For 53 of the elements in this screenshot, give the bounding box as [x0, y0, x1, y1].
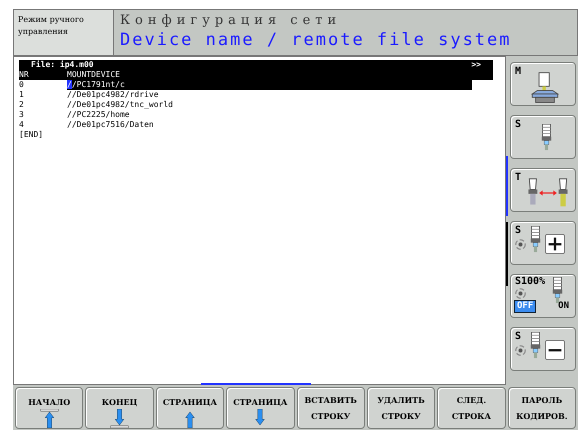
- softkey[interactable]: УДАЛИТЬ СТРОКУ: [366, 387, 436, 429]
- device-cell[interactable]: //De01pc4982/tnc_world: [67, 100, 173, 110]
- key-label: S100%: [515, 277, 546, 287]
- side-softkey[interactable]: S100% OFF ON: [510, 274, 576, 318]
- minus-icon: [545, 340, 565, 360]
- mode-panel: Режим ручного управления: [14, 10, 114, 55]
- softkey[interactable]: ПАРОЛЬ КОДИРОВ.: [508, 387, 576, 429]
- down-arrow-icon: [255, 409, 266, 428]
- up-arrow-icon: [40, 409, 59, 428]
- row-number: 3: [19, 110, 25, 120]
- mode-toggle[interactable]: ON: [556, 301, 571, 312]
- side-softkey[interactable]: S: [510, 115, 576, 159]
- key-label: M: [515, 67, 522, 79]
- spindle-icon: [530, 332, 541, 359]
- dial-icon: [515, 239, 526, 250]
- device-cell[interactable]: //PC1791nt/c: [67, 80, 472, 90]
- up-arrow-icon: [184, 409, 195, 428]
- dial-icon: [515, 288, 526, 299]
- scroll-indicator: [506, 156, 508, 216]
- screen-title: Конфигурация сети: [120, 13, 342, 29]
- screen-subtitle: Device name / remote file system: [120, 29, 513, 51]
- down-arrow-icon: [110, 409, 130, 428]
- softkey[interactable]: НАЧАЛО: [15, 387, 84, 429]
- softkey[interactable]: СТРАНИЦА: [226, 387, 294, 429]
- side-softkey[interactable]: S: [510, 327, 576, 371]
- device-cell[interactable]: //De01pc4982/rdrive: [67, 90, 159, 100]
- row-number: 0: [19, 80, 25, 90]
- column-header: NR: [19, 70, 30, 80]
- softkey[interactable]: СТРАНИЦА: [156, 387, 224, 429]
- more-indicator: >>: [471, 60, 481, 70]
- side-softkey[interactable]: S: [510, 221, 576, 265]
- scroll-indicator: [506, 222, 508, 286]
- table-end-marker: [END]: [19, 130, 44, 140]
- spindle-icon: [541, 124, 552, 151]
- side-softkey[interactable]: M: [510, 62, 576, 106]
- softkey[interactable]: ВСТАВИТЬ СТРОКУ: [296, 387, 365, 429]
- device-cell[interactable]: //De01pc7516/Daten: [67, 120, 154, 130]
- side-softkey[interactable]: T: [510, 168, 576, 212]
- row-number: 1: [19, 90, 25, 100]
- file-name: File: ip4.m00: [31, 60, 94, 70]
- key-label: S: [515, 226, 522, 236]
- softkey[interactable]: СЛЕД. СТРОКА: [437, 387, 506, 429]
- key-label: S: [515, 120, 522, 132]
- key-label: S: [515, 332, 522, 342]
- key-label: T: [515, 173, 522, 185]
- softkey[interactable]: КОНЕЦ: [85, 387, 154, 429]
- spindle-icon: [530, 226, 541, 253]
- dial-icon: [515, 345, 526, 356]
- device-cell[interactable]: //PC2225/home: [67, 110, 130, 120]
- row-number: 2: [19, 100, 25, 110]
- plus-icon: [545, 234, 565, 254]
- row-number: 4: [19, 120, 25, 130]
- column-header: MOUNTDEVICE: [67, 70, 120, 80]
